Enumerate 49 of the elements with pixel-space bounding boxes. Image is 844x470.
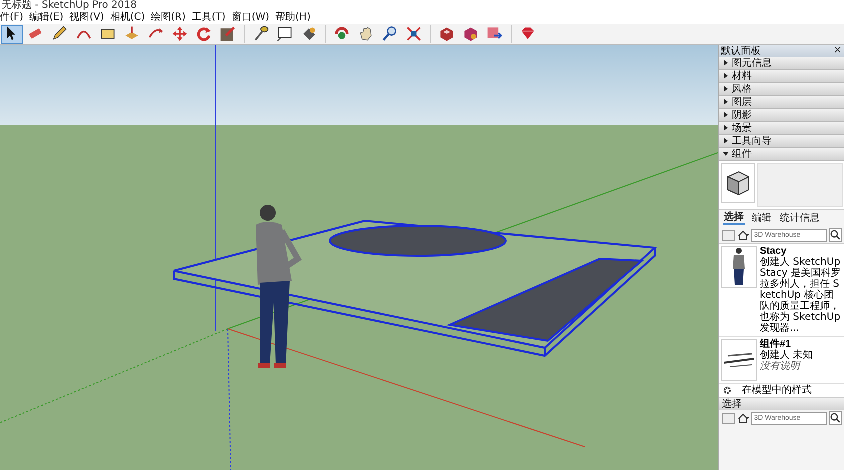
menu-item[interactable]: 窗口(W) (232, 12, 270, 24)
slab-drawing[interactable] (173, 220, 658, 358)
expand-triangle-icon (723, 60, 729, 66)
panel-tab[interactable]: 选择 (723, 212, 745, 225)
section-header[interactable]: 图层 (719, 96, 844, 109)
section-label: 选择 (722, 398, 742, 410)
section-header[interactable]: 阴影 (719, 109, 844, 122)
item-name: Stacy (760, 246, 788, 257)
menu-item[interactable]: 编辑(E) (30, 12, 64, 24)
window-title: 无标题 - SketchUp Pro 2018 (1, 0, 137, 11)
panel-tab[interactable]: 统计信息 (779, 213, 821, 224)
expand-triangle-icon (723, 112, 729, 118)
menu-item[interactable]: 绘图(R) (151, 12, 186, 24)
item-name: 组件#1 (760, 339, 792, 350)
viewport-canvas[interactable] (0, 45, 718, 470)
panel-tab[interactable]: 编辑 (751, 213, 773, 224)
search-icon[interactable] (829, 228, 842, 242)
menu-item[interactable]: 工具(T) (192, 12, 226, 24)
item-description: 没有说明 (760, 361, 802, 372)
expand-triangle-icon (723, 99, 729, 105)
panel-title: 默认面板 (721, 46, 761, 56)
item-description: Stacy 是美国科罗拉多州人，担任 SketchUp 核心团队的质量工程师，也称为 SketchUp 发现器... (760, 268, 842, 334)
menu-item[interactable]: 视图(V) (70, 12, 104, 24)
section-header[interactable]: 风格 (719, 83, 844, 96)
menu-item[interactable]: 件(F) (0, 12, 24, 24)
search-icon[interactable] (829, 411, 842, 425)
gear-icon[interactable] (723, 386, 732, 395)
home-icon[interactable] (736, 412, 750, 424)
expand-triangle-icon (723, 73, 729, 79)
person-figure-drawing[interactable] (256, 205, 302, 368)
home-icon[interactable] (736, 230, 750, 240)
item-creator: 创建人 SketchUp (760, 257, 842, 268)
section-header[interactable]: 工具向导 (719, 135, 844, 148)
collapse-triangle-icon (723, 151, 729, 157)
menu-item[interactable]: 相机(C) (110, 12, 146, 24)
section-header[interactable]: 图元信息 (719, 57, 844, 70)
expand-triangle-icon (723, 125, 729, 131)
section-header[interactable]: 材料 (719, 70, 844, 83)
item-creator: 创建人 未知 (760, 350, 814, 361)
section-header[interactable]: 组件 (719, 148, 844, 161)
menu-item[interactable]: 帮助(H) (276, 12, 311, 24)
expand-triangle-icon (723, 138, 729, 144)
close-button[interactable]: × (832, 46, 843, 56)
arrow-cursor-icon[interactable] (1, 24, 23, 44)
person-thumbnail[interactable] (721, 246, 757, 288)
expand-triangle-icon (723, 86, 729, 92)
footer-label: 在模型中的样式 (742, 385, 812, 396)
component-thumbnail[interactable] (721, 339, 757, 381)
section-header[interactable]: 场景 (719, 122, 844, 135)
